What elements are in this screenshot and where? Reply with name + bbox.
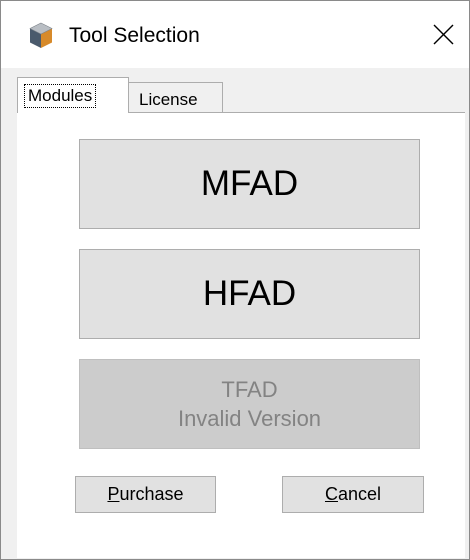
tool-selection-dialog: Tool Selection Modules License MFAD HFAD…	[0, 0, 470, 560]
tfad-label: TFAD	[221, 377, 278, 402]
tab-modules[interactable]: Modules	[17, 77, 129, 113]
tab-modules-label: Modules	[24, 84, 97, 108]
tab-license-label: License	[139, 90, 198, 109]
purchase-label-rest: urchase	[119, 484, 184, 504]
purchase-button[interactable]: Purchase	[75, 476, 216, 513]
cancel-label-rest: ancel	[337, 484, 382, 504]
close-icon	[433, 24, 454, 45]
mfad-button[interactable]: MFAD	[79, 139, 420, 229]
tab-license[interactable]: License	[129, 82, 223, 113]
cancel-mnemonic: C	[324, 484, 338, 504]
tfad-status-label: Invalid Version	[177, 406, 322, 431]
purchase-mnemonic: P	[107, 484, 120, 504]
mfad-label: MFAD	[200, 164, 299, 203]
window-title: Tool Selection	[69, 24, 200, 47]
modules-panel: MFAD HFAD TFAD Invalid Version Purchase …	[17, 112, 465, 558]
hfad-label: HFAD	[202, 274, 297, 313]
cancel-button[interactable]: Cancel	[282, 476, 424, 513]
title-bar: Tool Selection	[1, 1, 469, 68]
close-button[interactable]	[421, 15, 467, 55]
cube-icon	[29, 22, 53, 49]
tab-strip: Modules License	[1, 68, 469, 113]
tfad-button-disabled: TFAD Invalid Version	[79, 359, 420, 449]
hfad-button[interactable]: HFAD	[79, 249, 420, 339]
